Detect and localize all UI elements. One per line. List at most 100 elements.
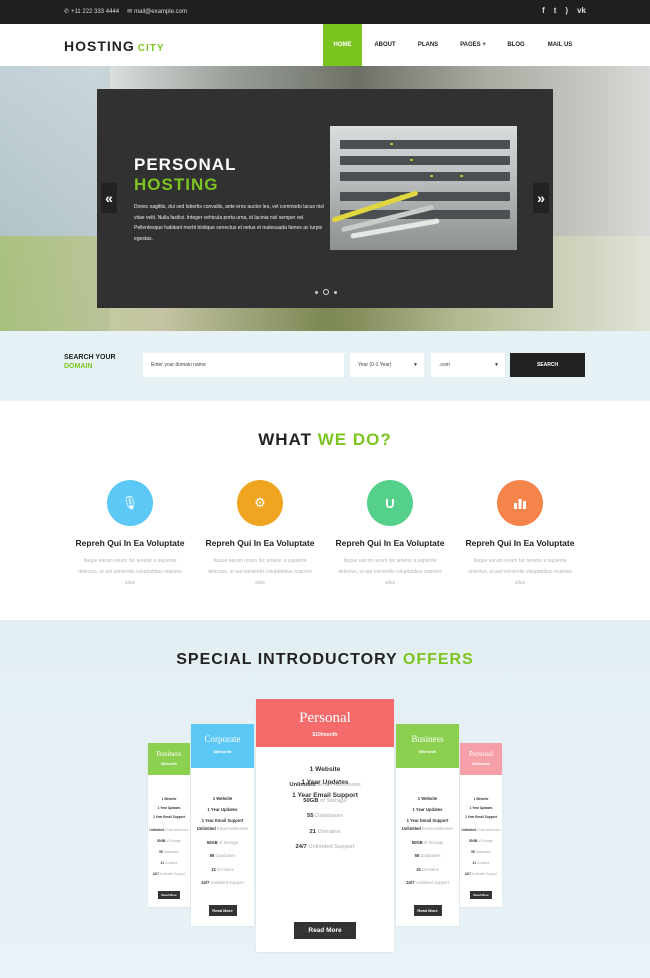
service-title: Repreh Qui In Ea Voluptate — [465, 538, 575, 548]
year-select-value: Year (0-1 Year) — [358, 362, 392, 368]
plan-spec: Unlimited Email Addresses — [256, 778, 394, 794]
plan-spec-label: Email Addresses — [215, 826, 249, 831]
plan-spec: Unlimited Email Addresses — [396, 822, 459, 836]
plan-spec-label: Domains — [420, 866, 439, 872]
plan-spec-label: Domains — [476, 861, 490, 865]
plan-name: Personal — [468, 750, 494, 759]
microphone-icon: 🎙 — [107, 480, 153, 526]
service-card: ⚙ Repreh Qui In Ea Voluptate Itaque earu… — [195, 480, 325, 589]
plan-spec: Unlimited Email Addresses — [148, 825, 190, 836]
plan-spec-label: Domains — [315, 828, 341, 835]
plan-spec: 21 Domains — [460, 858, 502, 869]
read-more-button[interactable]: Read More — [208, 904, 237, 916]
magnet-icon: U — [367, 480, 413, 526]
plan-spec: 50GB of Storage — [256, 794, 394, 810]
service-title: Repreh Qui In Ea Voluptate — [335, 538, 445, 548]
led — [390, 143, 393, 145]
slide-title-line2: HOSTING — [134, 175, 219, 194]
service-card: 🎙 Repreh Qui In Ea Voluptate Itaque earu… — [65, 480, 195, 589]
plan-spec: 24/7 Unlimited Support — [256, 840, 394, 856]
rack-row — [340, 192, 510, 201]
offers-title-accent: OFFERS — [402, 651, 474, 668]
nav-item-mail-us[interactable]: MAIL US — [534, 24, 586, 66]
plan-spec-label: Email Addresses — [163, 828, 189, 832]
nav-item-about[interactable]: ABOUT — [362, 24, 408, 66]
gear-icon: ⚙ — [237, 480, 283, 526]
site-logo[interactable]: HOSTING CITY — [64, 38, 165, 54]
plan-spec-value: 50GB — [303, 797, 319, 804]
plan-specs: Unlimited Email Addresses 50GB of Storage… — [191, 822, 254, 890]
plan-specs: Unlimited Email Addresses 50GB of Storage… — [396, 822, 459, 890]
service-text: Itaque earum rerum hic tenetur a sapient… — [338, 558, 442, 586]
slider-prev-arrow[interactable]: « — [101, 183, 117, 213]
rss-icon[interactable]: ) — [565, 6, 568, 15]
service-title: Repreh Qui In Ea Voluptate — [205, 538, 315, 548]
plan-feature: 1 Website — [309, 766, 341, 773]
nav-item-blog[interactable]: BLOG — [498, 24, 534, 66]
plan-spec-label: Email Addresses — [475, 828, 501, 832]
email-text: mail@example.com — [134, 8, 187, 15]
year-select[interactable]: Year (0-1 Year) ▼ — [350, 353, 424, 377]
led — [410, 159, 413, 161]
logo-main-text: HOSTING — [64, 38, 135, 54]
plan-spec: 55 Databases — [460, 847, 502, 858]
plan-spec-label: Databases — [313, 813, 343, 819]
rack-row — [340, 172, 510, 181]
email-contact[interactable]: ✉ mail@example.com — [127, 8, 187, 16]
plan-price: $8/month — [213, 748, 232, 754]
tld-select[interactable]: .com ▼ — [431, 353, 505, 377]
pricing-card: Business $9/month 1 Website 1 Year Updates 1… — [148, 743, 190, 907]
plan-name: Corporate — [204, 733, 241, 744]
phone-contact[interactable]: ✆ +11 222 333 4444 — [64, 8, 120, 16]
read-more-button[interactable]: Read More — [470, 890, 492, 899]
plan-spec-label: of Storage — [165, 839, 181, 843]
plan-feature: 1 Website — [473, 797, 489, 801]
pricing-card-header: Business $9/month — [396, 724, 459, 768]
top-bar: ✆ +11 222 333 4444 ✉ mail@example.com f t … — [0, 0, 650, 24]
domain-name-input[interactable]: Enter your domain name — [143, 353, 344, 377]
read-more-button[interactable]: Read More — [158, 890, 180, 899]
plan-spec-value: 50GB — [411, 839, 423, 845]
pricing-card: Corporate $8/month 1 Website 1 Year Updates… — [191, 724, 254, 926]
domain-search-section: SEARCH YOUR DOMAIN Enter your domain nam… — [0, 331, 650, 401]
plan-price: $10/month — [312, 732, 338, 739]
read-more-button[interactable]: Read More — [413, 904, 442, 916]
plan-name: Business — [411, 733, 444, 744]
twitter-icon[interactable]: t — [554, 6, 557, 15]
server-photo — [330, 126, 517, 250]
nav-item-home[interactable]: HOME — [323, 24, 362, 66]
plan-feature: 1 Year Email Support — [465, 815, 497, 819]
pricing-card-header: Personal $10/month — [256, 699, 394, 747]
slider-dot-active[interactable] — [323, 289, 329, 295]
slider-dot[interactable] — [334, 290, 337, 294]
vk-icon[interactable]: vk — [577, 6, 586, 15]
rack-row — [340, 156, 510, 165]
pricing-card: Personal $10/month 1 Website 1 Year Updates… — [460, 743, 502, 907]
services-title-main: WHAT — [258, 430, 312, 449]
read-more-button[interactable]: Read More — [294, 922, 356, 940]
plan-spec: 55 Databases — [191, 849, 254, 863]
plan-specs: Unlimited Email Addresses 50GB of Storage… — [148, 825, 190, 880]
logo-accent-text: CITY — [137, 43, 165, 54]
plan-feature: 1 Year Email Support — [153, 815, 185, 819]
plan-spec-value: Unlimited — [289, 782, 316, 788]
slider-dot[interactable] — [315, 290, 318, 294]
services-section: WHAT WE DO? 🎙 Repreh Qui In Ea Voluptate… — [0, 401, 650, 620]
nav-item-plans[interactable]: PLANS — [408, 24, 448, 66]
facebook-icon[interactable]: f — [542, 6, 545, 15]
plan-spec-label: of Storage — [318, 797, 347, 804]
plan-spec: 55 Databases — [148, 847, 190, 858]
plan-spec-label: Domains — [215, 866, 234, 872]
phone-text: +11 222 333 4444 — [71, 8, 120, 15]
plan-spec: 55 Databases — [396, 849, 459, 863]
slider-next-arrow[interactable]: » — [533, 183, 549, 213]
nav-item-pages[interactable]: PAGES + — [448, 24, 498, 66]
plan-spec: 24/7 Unlimited Support — [148, 869, 190, 880]
plan-spec-value: Unlimited — [401, 826, 421, 831]
mail-icon: ✉ — [127, 9, 133, 15]
plan-spec-value: 50GB — [206, 839, 218, 845]
plan-spec-label: Databases — [162, 850, 179, 854]
domain-search-button[interactable]: SEARCH — [510, 353, 585, 377]
plan-spec-label: Unlimited Support — [158, 872, 186, 876]
service-title: Repreh Qui In Ea Voluptate — [75, 538, 185, 548]
